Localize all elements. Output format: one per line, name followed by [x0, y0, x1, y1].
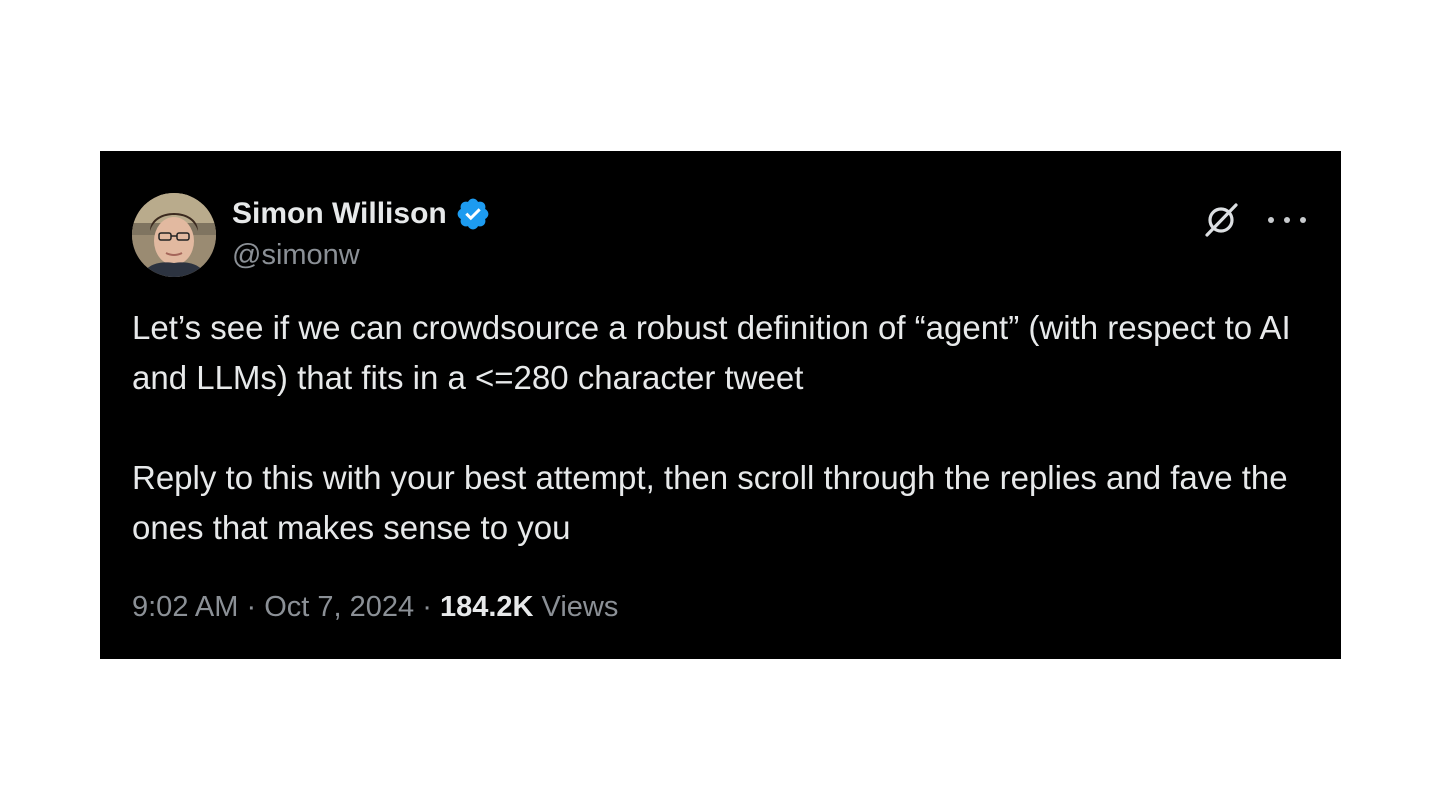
views-label: Views: [541, 591, 619, 623]
more-dot: [1268, 217, 1274, 223]
more-dot: [1284, 217, 1290, 223]
tweet-text: Let’s see if we can crowdsource a robust…: [132, 303, 1312, 553]
tweet-date[interactable]: Oct 7, 2024: [264, 591, 414, 623]
tweet-time[interactable]: 9:02 AM: [132, 591, 238, 623]
author-name[interactable]: Simon Willison: [232, 195, 447, 233]
more-dot: [1300, 217, 1306, 223]
tweet-paragraph-1: Let’s see if we can crowdsource a robust…: [132, 309, 1291, 396]
avatar[interactable]: [132, 193, 216, 277]
more-options-icon[interactable]: [1268, 203, 1306, 237]
meta-separator: ·: [422, 591, 432, 623]
meta-separator: ·: [246, 591, 257, 623]
grok-icon[interactable]: [1200, 199, 1242, 241]
author-name-row: Simon Willison: [232, 195, 491, 233]
tweet-paragraph-2: Reply to this with your best attempt, th…: [132, 459, 1288, 546]
tweet-card: Simon Willison @simonw Let’s see if we c…: [100, 151, 1341, 659]
avatar-photo: [132, 193, 216, 277]
tweet-meta: 9:02 AM · Oct 7, 2024 · 184.2K Views: [132, 588, 618, 626]
views-count: 184.2K: [439, 591, 534, 623]
verified-badge-icon: [457, 198, 489, 230]
author-handle[interactable]: @simonw: [232, 237, 360, 273]
